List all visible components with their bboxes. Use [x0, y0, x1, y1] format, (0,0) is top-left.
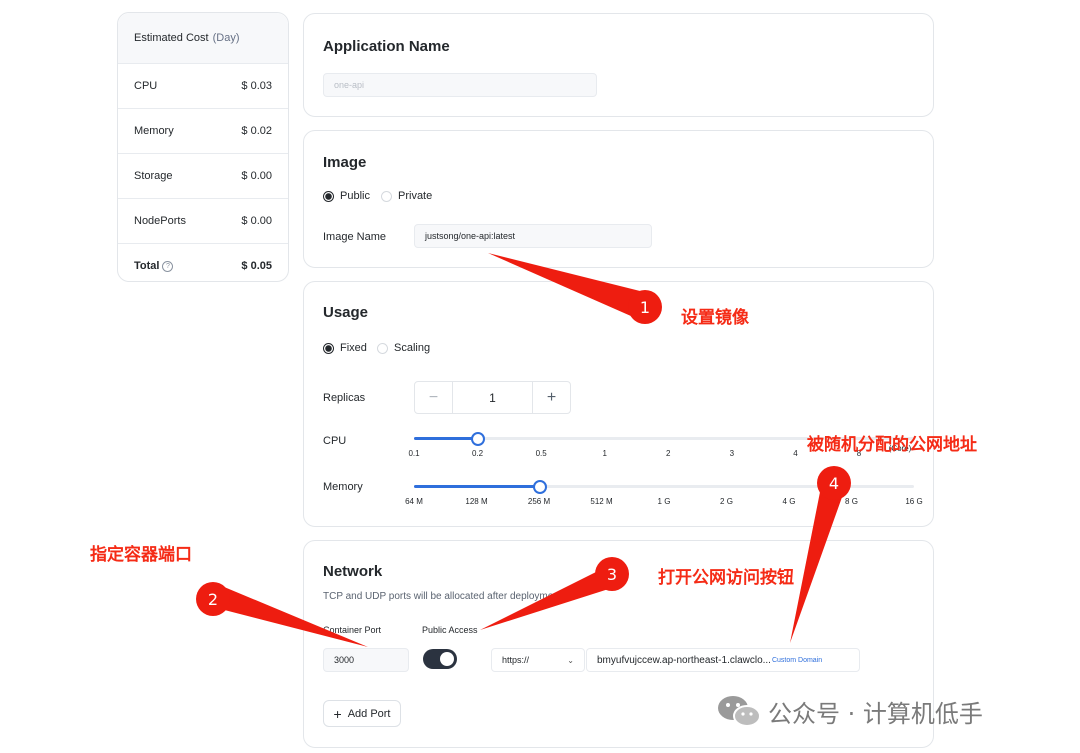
slider-tick-label: 4 G	[782, 497, 796, 506]
replicas-stepper: − 1 +	[414, 381, 571, 414]
public-domain-value: bmyufvujccew.ap-northeast-1.clawclo...	[597, 654, 771, 666]
custom-domain-link[interactable]: Custom Domain	[772, 657, 822, 664]
replicas-label: Replicas	[323, 392, 366, 404]
increment-button[interactable]: +	[532, 382, 570, 413]
radio-label: Public	[340, 190, 370, 202]
annotation-text-3: 打开公网访问按钮	[658, 568, 794, 588]
annotation-text-4: 被随机分配的公网地址	[807, 435, 977, 455]
replicas-value[interactable]: 1	[453, 382, 532, 413]
slider-tick-label: 1	[602, 449, 607, 458]
cost-value: $ 0.03	[241, 80, 272, 92]
container-port-label: Container Port	[323, 625, 382, 635]
memory-slider-fill	[414, 485, 539, 488]
slider-tick-label: 0.5	[535, 449, 547, 458]
radio-dot	[381, 190, 392, 202]
annotation-badge-4: 4	[817, 466, 851, 500]
cost-row-memory: Memory $ 0.02	[118, 109, 288, 154]
cost-value: $ 0.00	[241, 170, 272, 182]
watermark: 公众号 · 计算机低手	[716, 693, 983, 729]
slider-tick-label: 3	[729, 449, 735, 458]
memory-label: Memory	[323, 481, 363, 493]
protocol-value: https://	[502, 655, 530, 665]
total-label-wrap: Total?	[134, 260, 174, 272]
total-value: $ 0.05	[241, 260, 272, 272]
add-port-label: Add Port	[347, 707, 391, 720]
annotation-badge-3: 3	[595, 557, 629, 591]
radio-public[interactable]: Public	[323, 190, 370, 202]
cost-label: NodePorts	[134, 215, 186, 227]
slider-tick-label: 128 M	[465, 497, 488, 506]
radio-dot-selected	[323, 342, 334, 354]
radio-label: Scaling	[394, 342, 431, 354]
memory-slider-handle[interactable]	[533, 480, 547, 494]
public-access-label: Public Access	[422, 625, 478, 635]
cpu-label: CPU	[323, 435, 347, 447]
section-title-image: Image	[323, 154, 367, 171]
cost-row-storage: Storage $ 0.00	[118, 154, 288, 199]
slider-tick-label: 2	[666, 449, 671, 458]
image-section: Image Public Private Image Name justsong…	[303, 130, 934, 268]
cpu-slider-handle[interactable]	[471, 432, 485, 446]
slider-tick-label: 4	[793, 449, 798, 458]
radio-scaling[interactable]: Scaling	[377, 342, 430, 354]
image-name-label: Image Name	[323, 231, 386, 243]
radio-dot	[377, 342, 388, 354]
total-label: Total	[134, 260, 160, 272]
slider-tick-label: 2 G	[720, 497, 733, 506]
app-name-input[interactable]: one-api	[323, 73, 597, 97]
cost-label: Memory	[134, 125, 174, 137]
plus-icon: +	[333, 705, 342, 722]
section-title-network: Network	[323, 563, 383, 580]
decrement-button[interactable]: −	[415, 382, 453, 413]
cost-value: $ 0.02	[241, 125, 272, 137]
radio-label: Fixed	[340, 342, 367, 354]
network-note: TCP and UDP ports will be allocated afte…	[323, 591, 565, 602]
slider-tick-label: 8 G	[845, 497, 858, 506]
cost-row-total: Total? $ 0.05	[118, 244, 288, 288]
section-title-app: Application Name	[323, 38, 450, 55]
slider-tick-label: 0.2	[472, 449, 484, 458]
estimated-cost-panel: Estimated Cost (Day) CPU $ 0.03 Memory $…	[117, 12, 289, 282]
slider-tick-label: 256 M	[527, 497, 551, 506]
cpu-slider-fill	[414, 437, 477, 440]
radio-fixed[interactable]: Fixed	[323, 342, 367, 354]
slider-tick-label: 16 G	[905, 497, 923, 506]
toggle-knob	[440, 652, 454, 666]
radio-dot-selected	[323, 190, 334, 202]
annotation-badge-2: 2	[196, 582, 230, 616]
cost-row-nodeports: NodePorts $ 0.00	[118, 199, 288, 244]
application-name-section: Application Name one-api	[303, 13, 934, 117]
protocol-select[interactable]: https:// ⌄	[491, 648, 585, 672]
public-domain-field[interactable]: bmyufvujccew.ap-northeast-1.clawclo... C…	[586, 648, 860, 672]
watermark-text: 公众号 · 计算机低手	[768, 699, 983, 728]
annotation-text-2: 指定容器端口	[90, 545, 192, 565]
cost-value: $ 0.00	[241, 215, 272, 227]
cost-period: (Day)	[212, 32, 240, 44]
slider-tick-label: 1 G	[657, 497, 671, 506]
help-icon[interactable]: ?	[162, 260, 174, 272]
radio-private[interactable]: Private	[381, 190, 432, 202]
add-port-button[interactable]: + Add Port	[323, 700, 401, 727]
slider-tick-label: 512 M	[590, 497, 613, 506]
wechat-icon	[718, 696, 761, 727]
annotation-badge-1: 1	[628, 290, 662, 324]
container-port-input[interactable]: 3000	[323, 648, 409, 672]
slider-tick-label: 0.1	[408, 449, 420, 458]
cost-header: Estimated Cost (Day)	[118, 13, 288, 64]
cost-title: Estimated Cost	[134, 32, 209, 44]
cost-row-cpu: CPU $ 0.03	[118, 64, 288, 109]
section-title-usage: Usage	[323, 304, 369, 321]
cost-label: CPU	[134, 80, 158, 92]
annotation-text-1: 设置镜像	[681, 308, 749, 328]
radio-label: Private	[398, 190, 433, 202]
image-name-input[interactable]: justsong/one-api:latest	[414, 224, 652, 248]
public-access-toggle[interactable]	[423, 649, 457, 669]
slider-tick-label: 64 M	[405, 497, 423, 506]
chevron-down-icon: ⌄	[567, 655, 574, 665]
cost-label: Storage	[134, 170, 173, 182]
